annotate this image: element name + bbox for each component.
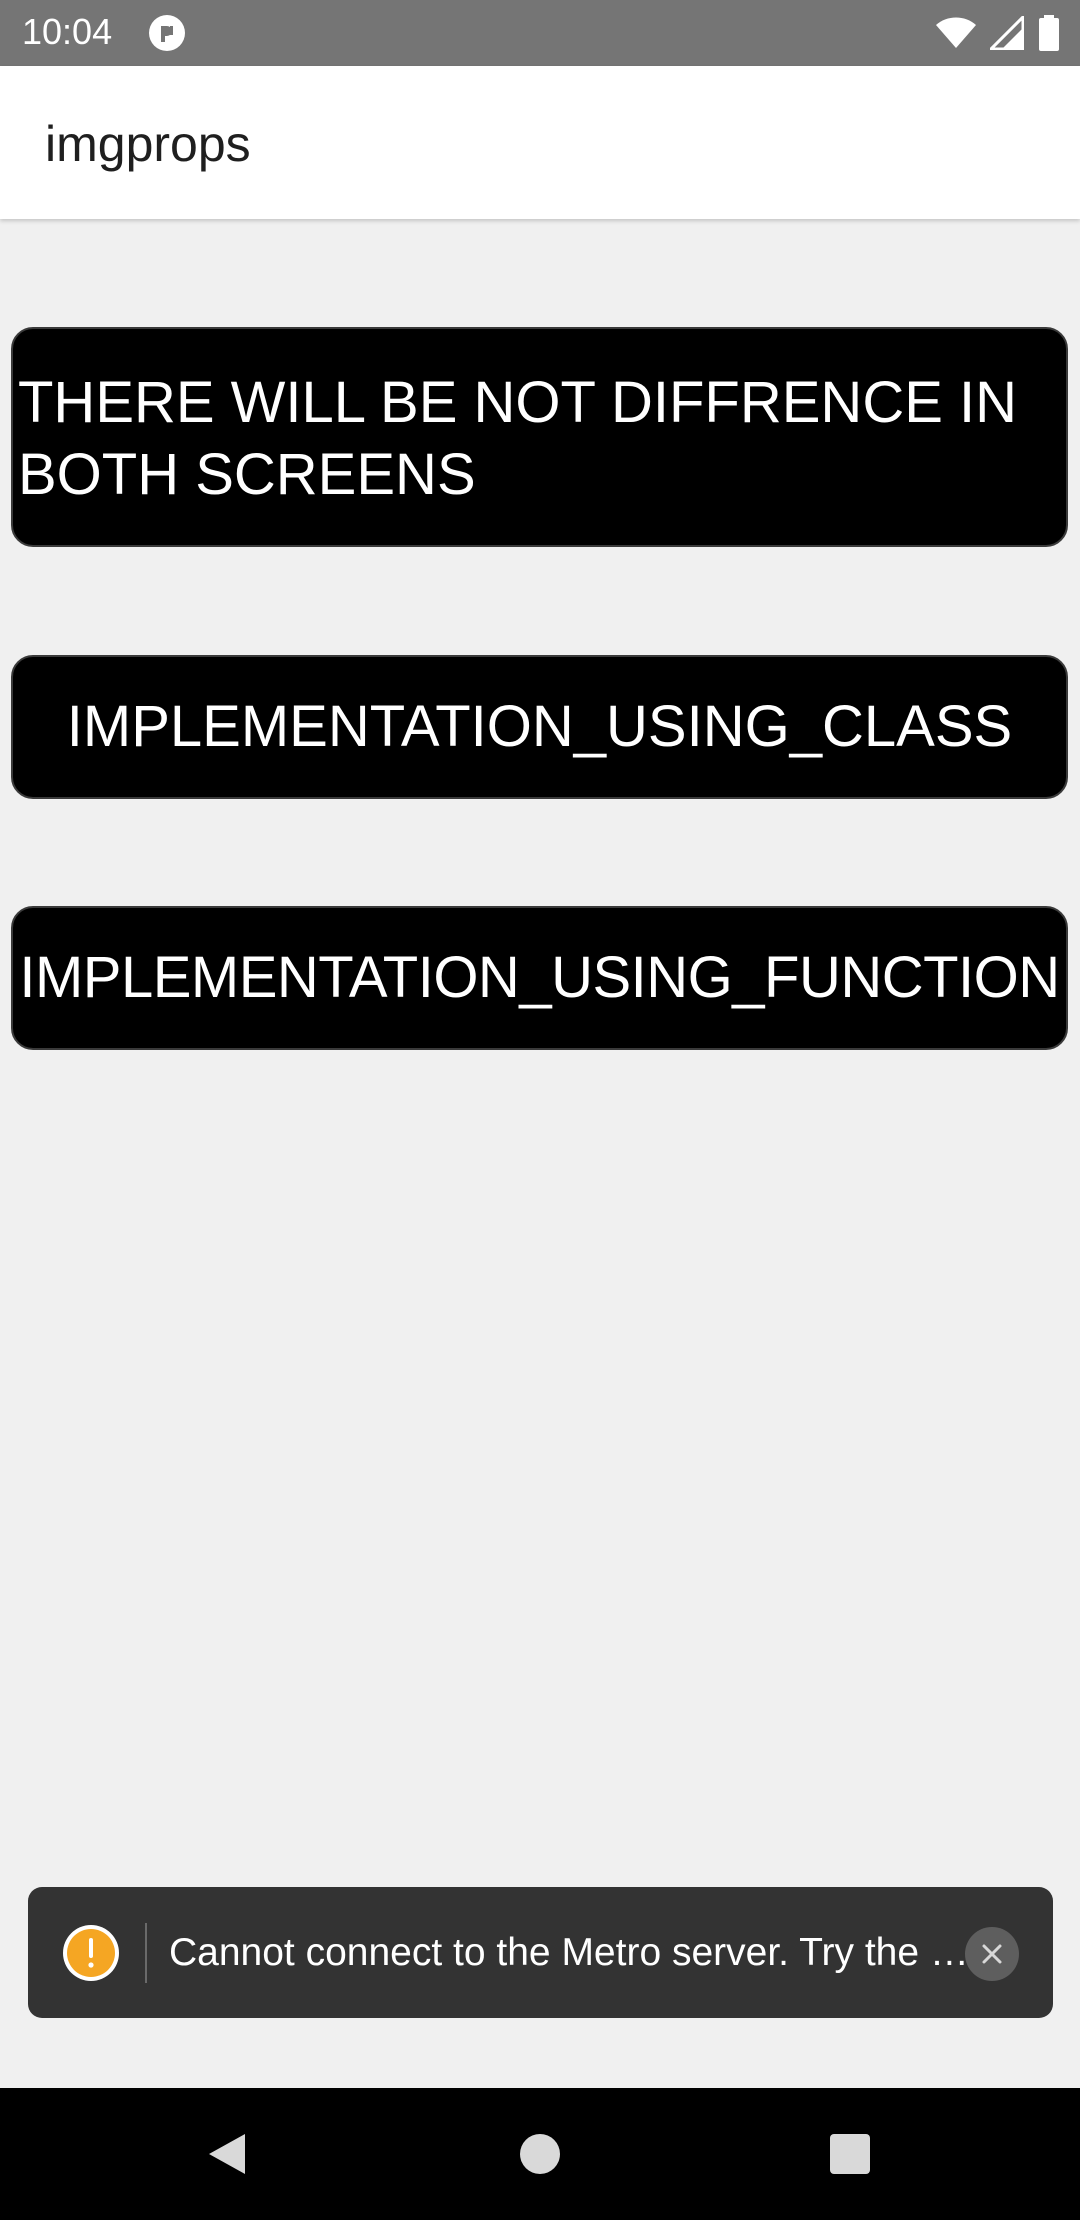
app-notification-icon	[149, 15, 185, 51]
status-time: 10:04	[22, 11, 113, 52]
wifi-icon	[936, 17, 976, 48]
status-bar: 10:04	[0, 0, 1080, 66]
toast-message: Cannot connect to the Metro server. Try …	[169, 1931, 969, 1974]
implementation-using-function-button[interactable]: IMPLEMENTATION_USING_FUNCTION	[11, 906, 1068, 1050]
navigation-bar	[0, 2088, 1080, 2220]
implementation-using-class-button[interactable]: IMPLEMENTATION_USING_CLASS	[11, 655, 1068, 799]
implementation-using-function-label: IMPLEMENTATION_USING_FUNCTION	[19, 945, 1060, 1010]
close-icon[interactable]	[965, 1927, 1019, 1981]
battery-icon	[1039, 15, 1059, 51]
app-title: imgprops	[45, 116, 251, 172]
app-bar: imgprops	[0, 66, 1080, 219]
recents-icon[interactable]	[810, 2124, 890, 2184]
home-icon[interactable]	[500, 2124, 580, 2184]
back-icon[interactable]	[187, 2124, 267, 2184]
warning-icon	[63, 1925, 119, 1981]
metro-warning-toast[interactable]: Cannot connect to the Metro server. Try …	[28, 1887, 1053, 2018]
cell-signal-icon	[990, 16, 1024, 50]
notice-button-label: THERE WILL BE NOT DIFFRENCE IN BOTH SCRE…	[18, 370, 1017, 507]
status-icons	[936, 14, 1060, 52]
notice-button[interactable]: THERE WILL BE NOT DIFFRENCE IN BOTH SCRE…	[11, 327, 1068, 547]
toast-divider	[145, 1923, 147, 1983]
implementation-using-class-label: IMPLEMENTATION_USING_CLASS	[66, 694, 1013, 759]
